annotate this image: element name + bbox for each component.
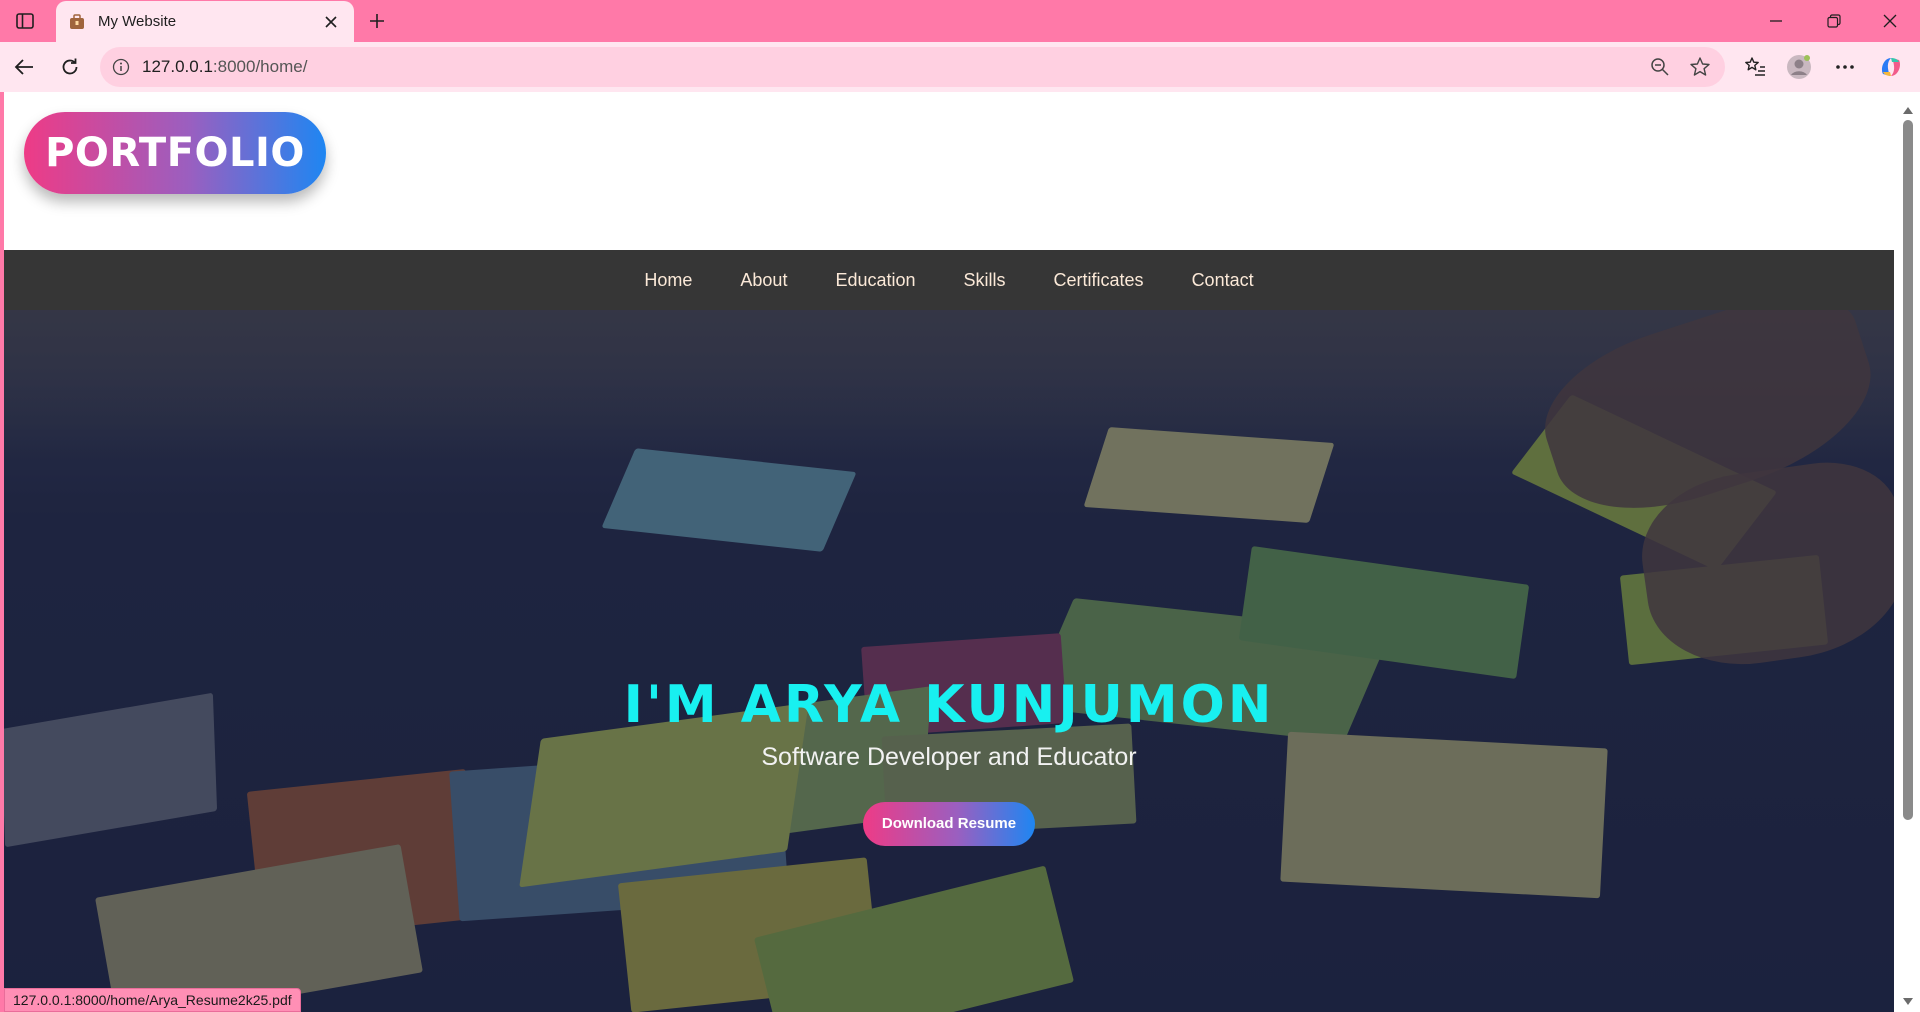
nav-education[interactable]: Education: [835, 270, 915, 291]
zoom-out-icon[interactable]: [1645, 52, 1675, 82]
link-status-bar: 127.0.0.1:8000/home/Arya_Resume2k25.pdf: [4, 988, 301, 1012]
nav-about[interactable]: About: [740, 270, 787, 291]
address-bar[interactable]: 127.0.0.1:8000/home/: [100, 47, 1725, 87]
site-header: PORTFOLIO: [4, 92, 1900, 250]
url-path: :8000/home/: [212, 57, 308, 76]
reload-icon[interactable]: [54, 51, 86, 83]
close-window-icon[interactable]: [1868, 7, 1912, 35]
scroll-up-arrow-icon[interactable]: [1902, 102, 1914, 114]
scroll-down-arrow-icon[interactable]: [1902, 994, 1914, 1005]
browser-tab-active[interactable]: My Website: [56, 1, 354, 42]
download-resume-button[interactable]: Download Resume: [863, 802, 1035, 846]
favorite-star-icon[interactable]: [1685, 52, 1715, 82]
main-navbar: Home About Education Skills Certificates…: [4, 250, 1894, 310]
hero-subtitle: Software Developer and Educator: [761, 743, 1137, 771]
tab-close-icon[interactable]: [320, 11, 342, 33]
nav-home[interactable]: Home: [644, 270, 692, 291]
page-viewport: PORTFOLIO Home About Education Skills Ce…: [4, 92, 1900, 1012]
nav-contact[interactable]: Contact: [1192, 270, 1254, 291]
nav-certificates[interactable]: Certificates: [1054, 270, 1144, 291]
page-scrollbar[interactable]: [1896, 92, 1920, 1012]
more-options-icon[interactable]: [1828, 51, 1862, 83]
site-info-icon[interactable]: [110, 56, 132, 78]
minimize-icon[interactable]: [1754, 7, 1798, 35]
profile-avatar-icon[interactable]: [1782, 51, 1816, 83]
copilot-icon[interactable]: [1874, 51, 1908, 83]
sidebar-toggle-icon[interactable]: [12, 9, 38, 33]
url-host: 127.0.0.1: [142, 57, 213, 76]
hero-content: I'M ARYA KUNJUMON Software Developer and…: [4, 675, 1894, 846]
restore-icon[interactable]: [1812, 7, 1856, 35]
portfolio-logo[interactable]: PORTFOLIO: [24, 112, 326, 194]
browser-toolbar: 127.0.0.1:8000/home/: [0, 42, 1920, 92]
nav-skills[interactable]: Skills: [964, 270, 1006, 291]
url-text[interactable]: 127.0.0.1:8000/home/: [142, 57, 1645, 77]
tab-title: My Website: [98, 13, 177, 30]
hero-section: I'M ARYA KUNJUMON Software Developer and…: [4, 310, 1894, 1012]
logo-text: PORTFOLIO: [45, 130, 305, 176]
hero-name: I'M ARYA KUNJUMON: [623, 675, 1275, 735]
back-arrow-icon[interactable]: [8, 51, 40, 83]
tab-strip: My Website: [0, 0, 1920, 42]
favorites-list-icon[interactable]: [1738, 51, 1772, 83]
site-favicon-icon: [68, 13, 86, 31]
new-tab-icon[interactable]: [364, 8, 390, 34]
scroll-thumb[interactable]: [1903, 120, 1913, 820]
